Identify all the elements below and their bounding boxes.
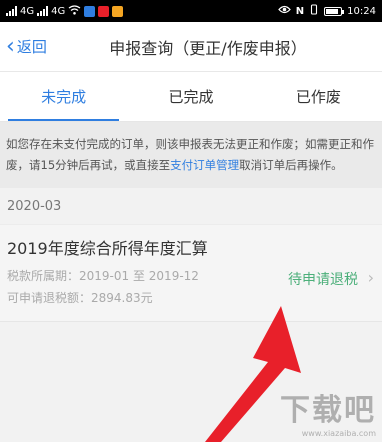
wifi-icon: [68, 4, 81, 18]
watermark-logo: 下载吧 www.xiazaiba.com: [280, 385, 376, 438]
app-notification-icon: [84, 5, 96, 17]
status-bar: 4G 4G N 10:24: [0, 0, 382, 22]
notice-text: 如您存在未支付完成的订单，则该申报表无法更正和作废；如需更正和作废，请15分钟后…: [0, 122, 382, 188]
back-button[interactable]: ‹ 返回: [0, 33, 47, 59]
tab-unfinished[interactable]: 未完成: [0, 72, 127, 121]
eye-icon: [277, 5, 291, 17]
watermark-text: 下载吧: [280, 393, 376, 428]
notice-text-after: 取消订单后再操作。: [239, 158, 343, 172]
chevron-right-icon: ›: [367, 268, 374, 287]
app-notification-icon: [112, 5, 124, 17]
tab-voided[interactable]: 已作废: [255, 72, 382, 121]
nav-bar: ‹ 返回 申报查询（更正/作废申报）: [0, 22, 382, 72]
refund-label: 可申请退税额：: [7, 291, 92, 305]
nfc-icon: N: [295, 5, 305, 17]
watermark-url: www.xiazaiba.com: [301, 429, 376, 438]
chevron-left-icon: ‹: [6, 33, 15, 59]
back-label: 返回: [16, 38, 47, 56]
sim1-network-label: 4G: [20, 5, 35, 17]
record-refund: 可申请退税额：2894.83元: [7, 287, 375, 309]
tab-finished[interactable]: 已完成: [127, 72, 254, 121]
section-header-date: 2020-03: [0, 188, 382, 224]
record-title: 2019年度综合所得年度汇算: [7, 239, 208, 258]
sim2-network-label: 4G: [51, 5, 66, 17]
tab-bar: 未完成 已完成 已作废: [0, 72, 382, 122]
page-title: 申报查询（更正/作废申报）: [109, 38, 307, 58]
sim2-signal-icon: [37, 6, 49, 16]
declaration-record-card[interactable]: 2019年度综合所得年度汇算 税款所属期：2019-01 至 2019-12 可…: [0, 224, 382, 322]
status-time: 10:24: [347, 5, 376, 17]
sim1-signal-icon: [6, 6, 17, 16]
status-badge[interactable]: 待申请退税: [288, 269, 358, 289]
payment-order-link[interactable]: 支付订单管理: [170, 158, 239, 172]
status-right: N 10:24: [277, 4, 376, 18]
period-value: 2019-01 至 2019-12: [79, 269, 199, 283]
battery-icon: [324, 6, 345, 16]
app-notification-icon: [98, 5, 110, 17]
refund-value: 2894.83元: [91, 291, 153, 305]
screen: 4G 4G N 10:24 ‹ 返回 申报查询（更正/作废申报） 未完成 已完成…: [0, 0, 382, 442]
status-left: 4G 4G: [6, 4, 124, 18]
period-label: 税款所属期：: [7, 269, 80, 283]
vibrate-icon: [309, 4, 319, 18]
